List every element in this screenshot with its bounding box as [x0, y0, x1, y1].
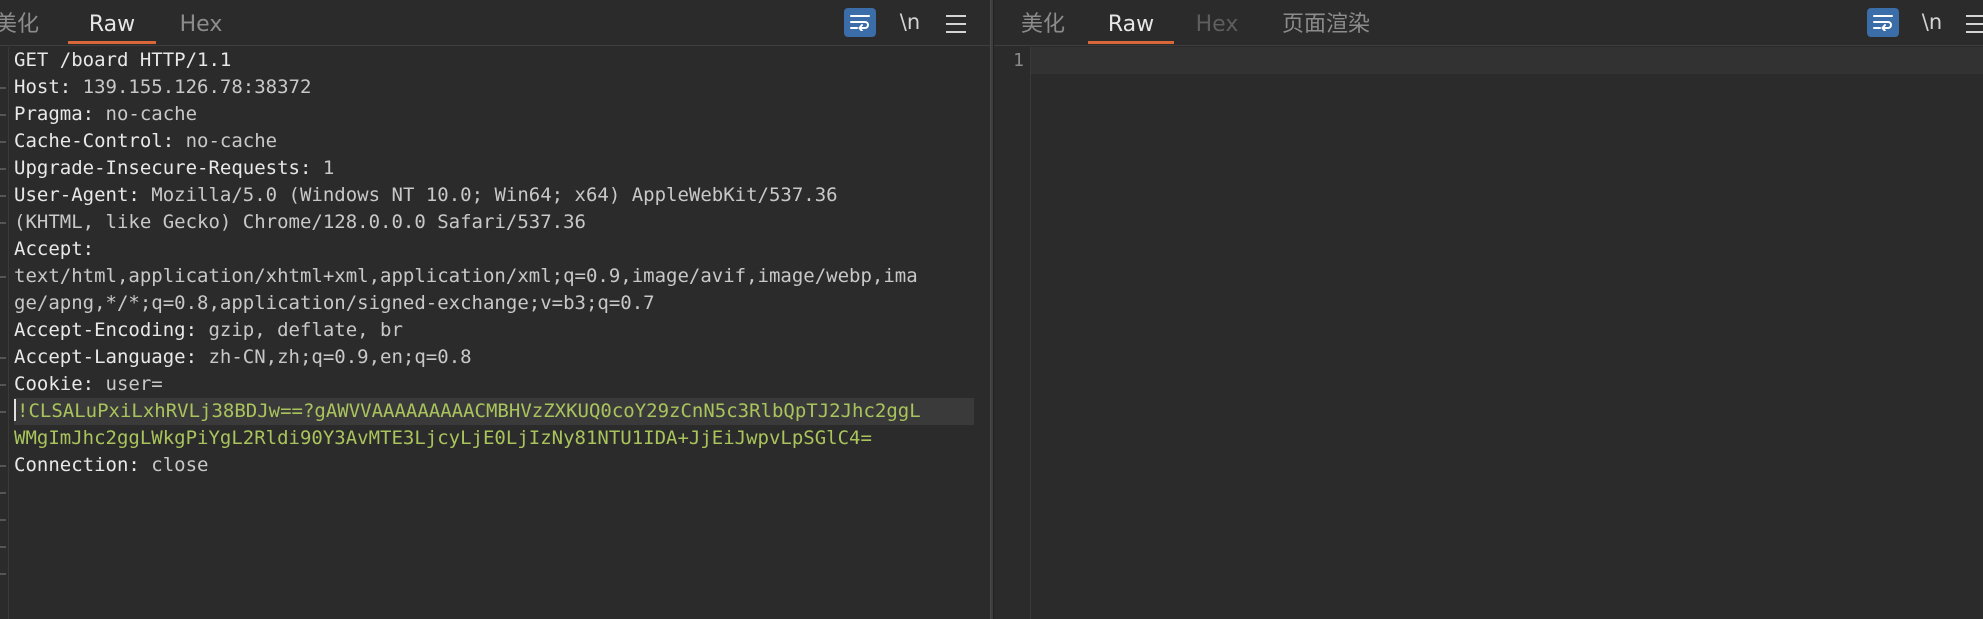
- hamburger-menu-icon[interactable]: [942, 8, 970, 37]
- header-user-agent: User-Agent: Mozilla/5.0 (Windows NT 10.0…: [14, 184, 838, 206]
- request-raw-editor[interactable]: GET /board HTTP/1.1 Host: 139.155.126.78…: [14, 47, 974, 619]
- wrap-lines-icon: [850, 15, 870, 31]
- wrap-lines-button[interactable]: [1867, 8, 1899, 37]
- tab-raw[interactable]: Raw: [68, 0, 156, 46]
- tab-pretty[interactable]: 美化: [0, 0, 48, 46]
- tab-render[interactable]: 页面渲染: [1276, 0, 1376, 46]
- header-accept-language: Accept-Language: zh-CN,zh;q=0.9,en;q=0.8: [14, 346, 472, 368]
- text-caret: [14, 399, 16, 421]
- wrap-lines-button[interactable]: [844, 8, 876, 37]
- show-newlines-button[interactable]: \n: [1916, 8, 1948, 37]
- header-upgrade-insecure-requests: Upgrade-Insecure-Requests: 1: [14, 157, 335, 179]
- response-raw-editor[interactable]: [1032, 47, 1983, 619]
- cookie-value-cont: WMgImJhc2ggLWkgPiYgL2Rldi90Y3AvMTE3LjcyL…: [14, 427, 872, 449]
- header-cookie: Cookie: user=: [14, 373, 163, 395]
- header-accept-cont: text/html,application/xhtml+xml,applicat…: [14, 265, 918, 287]
- response-gutter: 1: [994, 47, 1031, 619]
- show-newlines-button[interactable]: \n: [894, 8, 926, 37]
- header-pragma: Pragma: no-cache: [14, 103, 198, 125]
- http-message-editor: 美化 Raw Hex \n GET /board HTTP/1.1 Host: …: [0, 0, 1983, 619]
- tab-pretty[interactable]: 美化: [1012, 0, 1074, 46]
- header-accept-encoding: Accept-Encoding: gzip, deflate, br: [14, 319, 403, 341]
- line-number: 1: [1013, 50, 1024, 71]
- tab-hex[interactable]: Hex: [170, 0, 232, 46]
- request-line: GET /board HTTP/1.1: [14, 49, 232, 71]
- header-accept-cont: ge/apng,*/*;q=0.8,application/signed-exc…: [14, 292, 655, 314]
- header-connection: Connection: close: [14, 454, 209, 476]
- response-pane: 美化 Raw Hex 页面渲染 \n 1: [994, 0, 1983, 619]
- tab-hex[interactable]: Hex: [1186, 0, 1248, 46]
- request-tab-bar: 美化 Raw Hex \n: [0, 0, 990, 46]
- header-user-agent-cont: (KHTML, like Gecko) Chrome/128.0.0.0 Saf…: [14, 211, 586, 233]
- cookie-value: !CLSALuPxiLxhRVLj38BDJw==?gAWVVAAAAAAAAA…: [14, 398, 974, 425]
- wrap-lines-icon: [1873, 15, 1893, 31]
- request-gutter: [0, 47, 9, 619]
- hamburger-menu-icon[interactable]: [1962, 8, 1983, 37]
- header-accept: Accept:: [14, 238, 95, 260]
- tab-raw[interactable]: Raw: [1088, 0, 1174, 46]
- response-tab-bar: 美化 Raw Hex 页面渲染 \n: [994, 0, 1983, 46]
- header-host: Host: 139.155.126.78:38372: [14, 76, 312, 98]
- header-cache-control: Cache-Control: no-cache: [14, 130, 278, 152]
- request-pane: 美化 Raw Hex \n GET /board HTTP/1.1 Host: …: [0, 0, 990, 619]
